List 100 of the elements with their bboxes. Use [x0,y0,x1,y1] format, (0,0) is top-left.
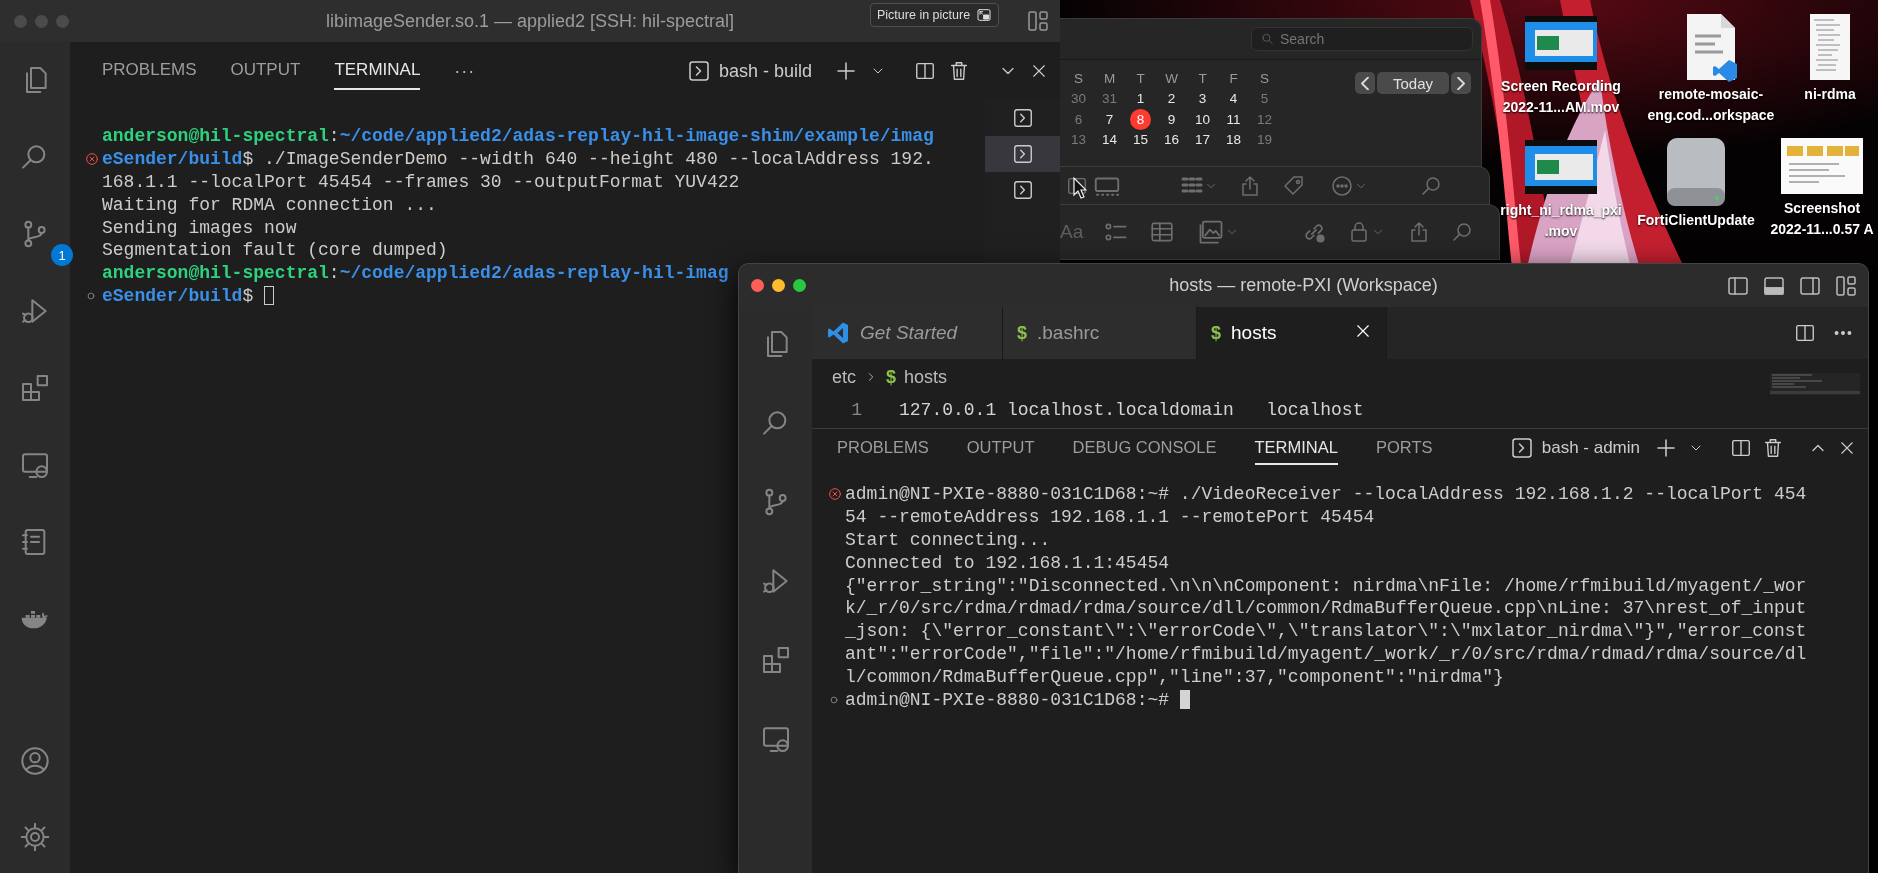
layout-icon[interactable] [1834,273,1858,298]
editor-tab[interactable]: Get Started [812,307,1003,359]
breadcrumb-item[interactable]: hosts [904,366,948,388]
window-title: libimageSender.so.1 — applied2 [SSH: hil-spectral] [325,10,735,31]
terminal-icon [1011,107,1034,129]
panel-tab[interactable]: OUTPUT [966,431,1035,465]
calendar-day[interactable]: 7 [1094,109,1125,130]
breadcrumb-item[interactable]: etc [832,366,856,388]
calendar-day[interactable]: 17 [1187,129,1218,150]
file-name: Screenshot [1783,200,1861,217]
weekday-label: F [1228,69,1239,88]
trash-icon[interactable] [948,60,970,82]
code-editor-logo-icon [826,321,850,345]
calendar-day[interactable]: 11 [1218,109,1249,130]
close-icon[interactable] [1838,439,1856,457]
terminal-line: eSender/build$ [102,285,254,306]
calendar-day[interactable]: 4 [1218,88,1249,109]
calendar-day[interactable]: 9 [1156,109,1187,130]
previous-button[interactable] [1354,72,1375,94]
terminal-icon [1011,143,1034,165]
next-button[interactable] [1451,72,1471,94]
calendar-day[interactable]: 31 [1094,88,1125,109]
code-line: 127.0.0.1 localhost.localdomain localhost [899,400,1364,420]
split-editor-icon[interactable] [1794,322,1816,344]
panel-tab[interactable]: PROBLEMS [837,431,929,465]
panel-tab[interactable]: DEBUG CONSOLE [1072,431,1217,465]
file-name: eng.cod...orkspace [1647,107,1775,124]
picture-in-picture-icon [976,7,993,23]
calendar-day[interactable]: 30 [1063,88,1094,109]
calendar-day[interactable]: 13 [1063,129,1094,150]
zoom-button[interactable] [793,279,806,292]
calendar-day[interactable]: 14 [1094,129,1125,150]
file-name: .mov [1544,223,1578,240]
calendar-day[interactable]: 16 [1156,129,1187,150]
weekday-label: S [1259,69,1270,88]
calendar-day[interactable]: 10 [1187,109,1218,130]
editor-tab[interactable]: $ hosts [1197,307,1387,359]
calendar-day[interactable]: 2 [1156,88,1187,109]
terminal-name[interactable]: bash - admin [1541,438,1640,458]
layout-icon[interactable] [1026,9,1050,33]
weekday-label: W [1164,69,1179,88]
terminal-line: eSender/build$ ./ImageSenderDemo --width 640 --height 480 --localAddress 192. [102,149,934,170]
tag-icon[interactable] [1282,174,1306,198]
search-field[interactable]: Search [1251,27,1473,51]
calendar-day[interactable]: 18 [1218,129,1249,150]
terminal-line: 54 --remoteAddress 192.168.1.1 --remotePort 45454 [845,507,1375,528]
split-icon[interactable] [1730,437,1752,459]
terminal-icon[interactable] [686,59,711,83]
terminal-line: k/_r/0/src/rdma/rdmad/rdma/source/dll/common/RdmaBufferQueue.cpp\nLine: 37\nrest_of_input [845,598,1807,619]
file-name: ni-rdma [1804,86,1856,103]
calendar-day[interactable]: 3 [1187,88,1218,109]
file-type-glyph: $ [1211,322,1221,344]
panel-tab[interactable]: TERMINAL [1254,431,1338,465]
calendar-day[interactable]: 8 [1130,108,1151,130]
tab-label: Get Started [860,322,958,344]
add-icon[interactable] [1654,436,1678,460]
minimize-button[interactable] [772,279,785,292]
extensions-icon[interactable] [19,372,51,404]
window-title: hosts — remote-PXI (Workspace) [1169,275,1438,295]
panel-tab[interactable]: OUTPUT [230,52,301,90]
calendar-day[interactable]: 15 [1125,129,1156,150]
calendar-day[interactable]: 1 [1125,88,1156,109]
pointer-icon [1073,177,1087,199]
terminal-line: Segmentation fault (core dumped) [102,240,448,261]
screenshot-thumbnail-icon[interactable] [1781,136,1863,196]
line-number: 1 [850,400,862,420]
search-input[interactable]: Search [1280,31,1450,47]
terminal-tab[interactable] [985,136,1060,172]
close-icon[interactable] [1030,62,1048,80]
chevron-left-icon [1360,76,1369,90]
account-icon[interactable] [19,745,51,777]
file-icon[interactable] [1808,12,1852,82]
settings-icon[interactable] [19,821,51,853]
search-icon [1260,32,1274,46]
add-icon[interactable] [834,59,858,83]
calendar-day[interactable]: 19 [1249,129,1280,150]
terminal-line: admin@NI-PXIe-8880-031C1D68:~# ./VideoReceiver --localAddress 192.168.1.2 --localPort 454 [845,484,1807,505]
weekday-label: T [1135,69,1146,88]
terminal-line: Waiting for RDMA connection ... [102,194,437,215]
editor-tab[interactable]: $ .bashrc [1003,307,1197,359]
split-icon[interactable] [914,60,936,82]
more-actions[interactable]: ··· [454,60,476,82]
calendar-day[interactable]: 6 [1063,109,1094,130]
trash-icon[interactable] [1762,437,1784,459]
terminal-icon [1011,179,1034,201]
panel-tab[interactable]: TERMINAL [334,52,421,90]
terminal-line: anderson@hil-spectral:~/code/applied2/adas-replay-hil-imag [102,263,729,284]
terminal-line: ant":"errorCode","file":"/home/rfmibuild/myagent/_work/_r/0/src/rdma/rdmad/rdma/source/dl [845,643,1807,664]
calendar-day[interactable]: 12 [1249,109,1280,130]
terminal-line: _json: {\"error_constant\":\"errorCode\",\"translator\":\"mxlator_nirdma\"}","error_const [845,621,1807,642]
today-button[interactable]: Today [1376,72,1449,94]
panel-tab[interactable]: PROBLEMS [102,52,197,90]
panel-tab[interactable]: PORTS [1375,431,1433,465]
tab-label: hosts [1231,322,1277,344]
terminal-icon[interactable] [1509,436,1534,460]
close-button[interactable] [751,279,764,292]
calendar-day[interactable]: 5 [1249,88,1280,109]
terminal-name[interactable]: bash - build [718,60,812,82]
terminal-line: Connected to 192.168.1.1:45454 [845,552,1170,573]
weekday-label: T [1197,69,1208,88]
